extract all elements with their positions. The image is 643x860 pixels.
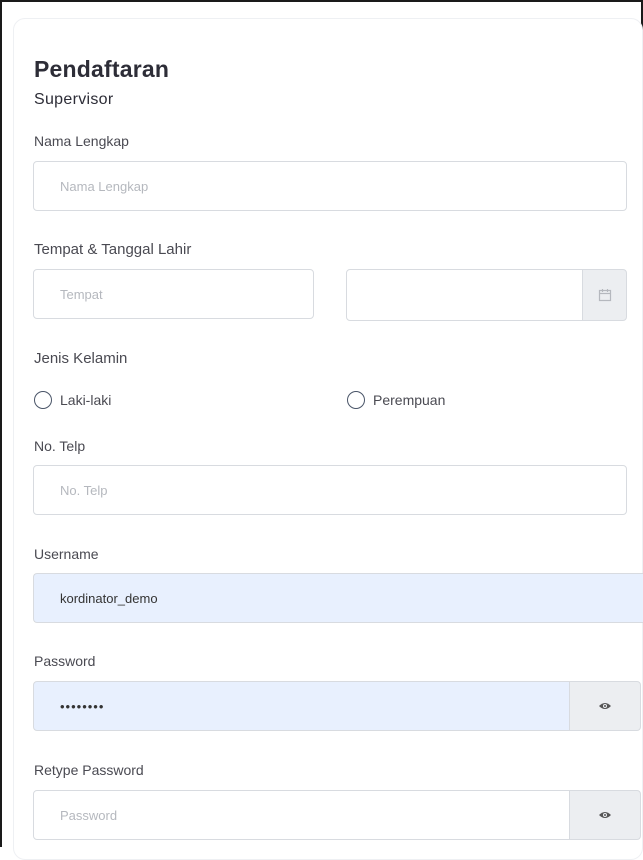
nama-lengkap-label: Nama Lengkap <box>34 133 129 149</box>
show-password-button[interactable] <box>569 681 641 731</box>
eye-icon <box>599 812 611 818</box>
retype-password-label: Retype Password <box>34 762 144 778</box>
page-subtitle: Supervisor <box>34 91 114 108</box>
tempat-input[interactable] <box>33 269 314 319</box>
username-label: Username <box>34 546 99 562</box>
eye-icon <box>599 703 611 709</box>
window-border-left <box>0 0 2 847</box>
ttl-label: Tempat & Tanggal Lahir <box>34 241 192 258</box>
nama-lengkap-input[interactable] <box>33 161 627 211</box>
page-title: Pendaftaran <box>34 56 170 82</box>
tanggal-lahir-input[interactable] <box>346 269 583 321</box>
radio-laki-laki[interactable] <box>34 391 52 409</box>
radio-laki-laki-label[interactable]: Laki-laki <box>60 392 111 408</box>
password-label: Password <box>34 653 96 669</box>
password-input[interactable] <box>33 681 570 731</box>
radio-perempuan-label[interactable]: Perempuan <box>373 392 445 408</box>
calendar-icon <box>598 289 611 302</box>
radio-perempuan[interactable] <box>347 391 365 409</box>
show-retype-password-button[interactable] <box>569 790 641 840</box>
calendar-button[interactable] <box>582 269 627 321</box>
username-input[interactable] <box>33 573 643 623</box>
retype-password-input[interactable] <box>33 790 570 840</box>
window-border-top <box>0 0 643 2</box>
no-telp-input[interactable] <box>33 465 627 515</box>
jenis-kelamin-label: Jenis Kelamin <box>34 350 128 367</box>
no-telp-label: No. Telp <box>34 438 86 454</box>
